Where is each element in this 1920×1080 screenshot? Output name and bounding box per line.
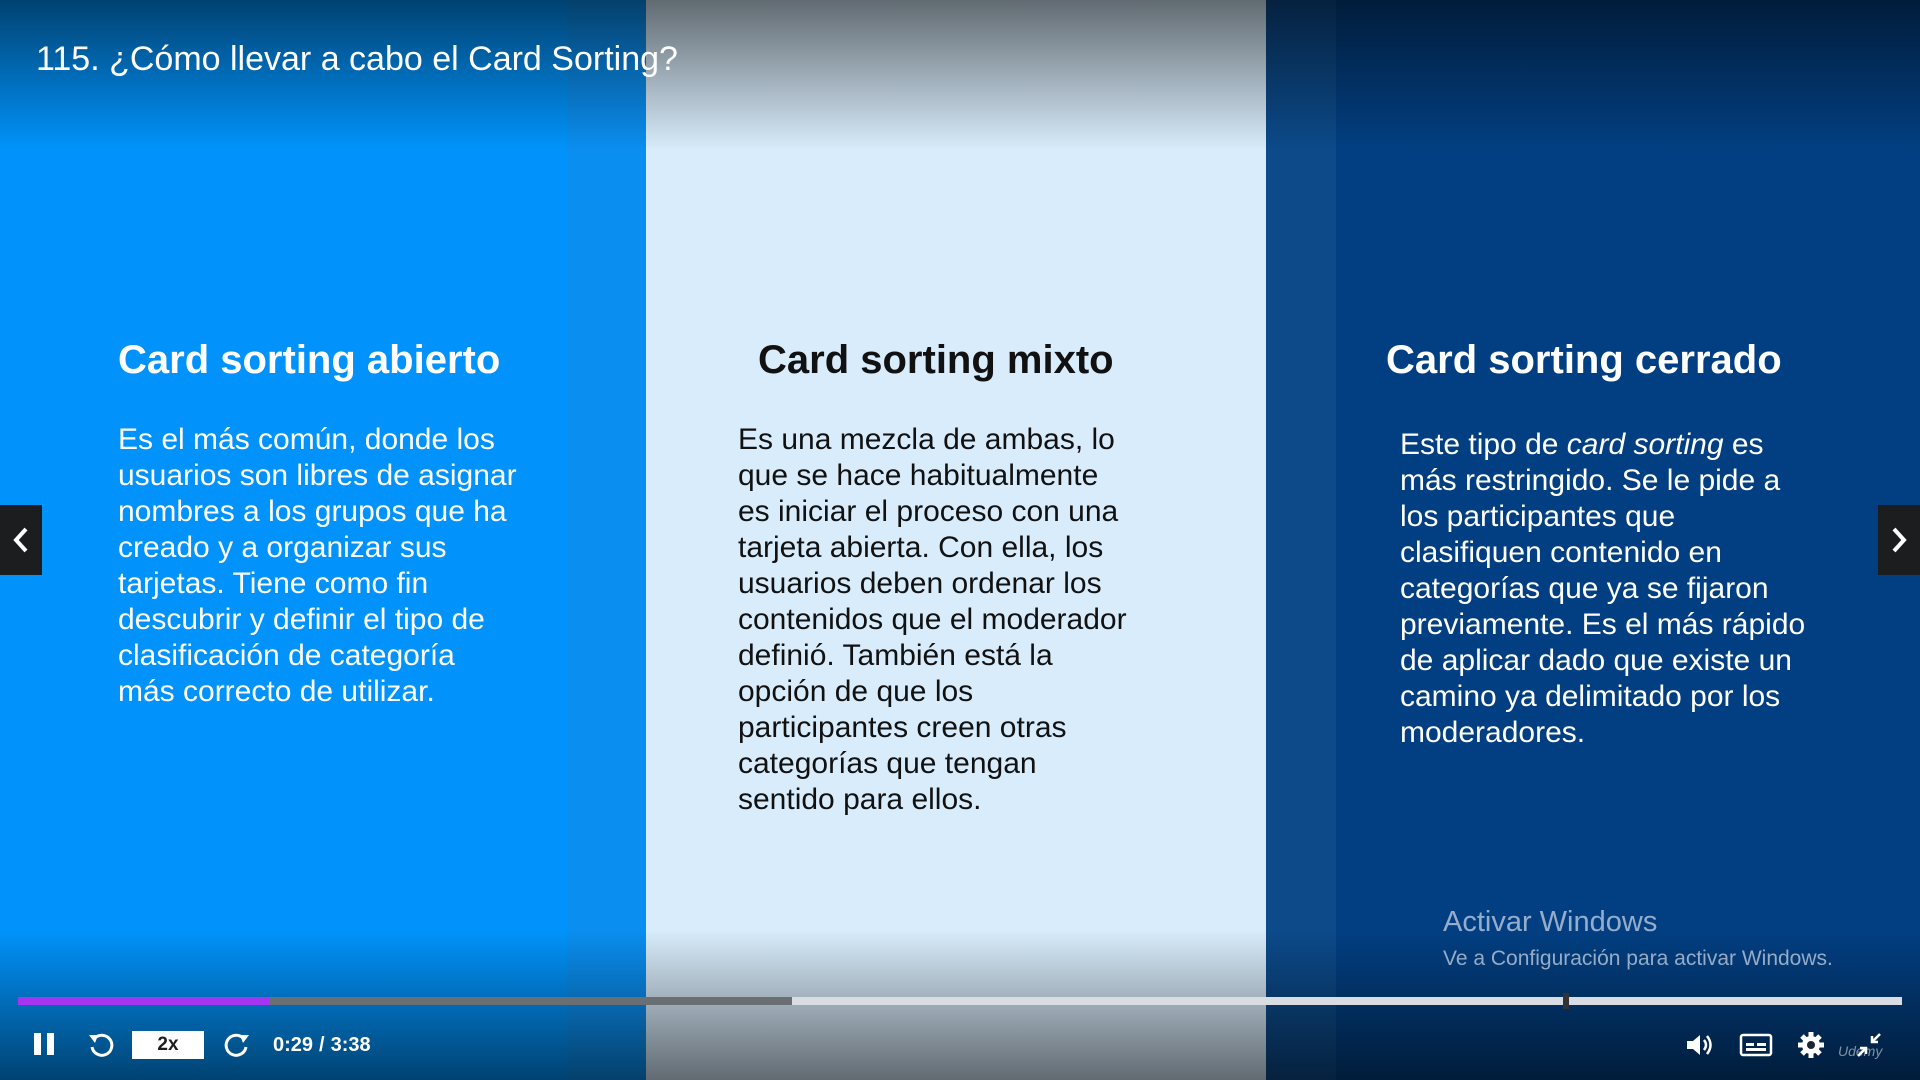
closed-text-emphasis: card sorting — [1566, 428, 1724, 461]
playback-speed-button[interactable]: 2x — [132, 1031, 204, 1059]
player-controls: 2x 0:29/3:38 — [0, 1020, 1920, 1070]
rewind-icon — [89, 1033, 114, 1057]
forward-button[interactable] — [220, 1028, 254, 1062]
duration: 3:38 — [330, 1034, 371, 1056]
watermark-title: Activar Windows — [1443, 906, 1658, 938]
rewind-button[interactable] — [84, 1028, 118, 1062]
mixed-card-sorting-title: Card sorting mixto — [758, 338, 1114, 382]
progress-bar[interactable] — [18, 993, 1902, 1009]
time-separator: / — [319, 1034, 325, 1056]
volume-icon — [1687, 1035, 1712, 1055]
captions-button[interactable] — [1734, 1028, 1778, 1062]
udemy-logo: Udemy — [1838, 1043, 1883, 1059]
chevron-right-icon — [1892, 527, 1907, 553]
pause-icon-bar — [47, 1033, 54, 1055]
watermark-subtitle: Ve a Configuración para activar Windows. — [1443, 947, 1833, 970]
volume-button[interactable] — [1680, 1028, 1720, 1062]
video-stage[interactable]: Card sorting abierto Es el más común, do… — [0, 0, 1920, 1080]
previous-lecture-button[interactable] — [0, 505, 42, 575]
mixed-card-sorting-text: Es una mezcla de ambas, lo que se hace h… — [738, 423, 1127, 816]
next-lecture-button[interactable] — [1878, 505, 1920, 575]
open-card-sorting-text: Es el más común, donde los usuarios son … — [118, 423, 517, 708]
chevron-left-icon — [13, 527, 28, 553]
gear-icon — [1798, 1032, 1824, 1058]
progress-marker[interactable] — [1562, 993, 1569, 1009]
closed-card-sorting-title: Card sorting cerrado — [1386, 338, 1782, 382]
windows-activation-watermark: Activar Windows Ve a Configuración para … — [1443, 906, 1833, 971]
open-card-sorting-title: Card sorting abierto — [118, 338, 501, 382]
slide-stripe-closed — [1266, 0, 1336, 1080]
pause-button[interactable] — [30, 1028, 58, 1060]
captions-icon — [1739, 1033, 1773, 1057]
closed-card-sorting-text: Este tipo de card sorting es más restrin… — [1400, 427, 1810, 751]
current-time: 0:29 — [273, 1034, 314, 1056]
slide-stripe-open — [567, 0, 646, 1080]
lecture-title: 115. ¿Cómo llevar a cabo el Card Sorting… — [36, 40, 678, 78]
progress-played — [18, 997, 271, 1005]
closed-text-suffix: es más restringido. Se le pide a los par… — [1400, 428, 1806, 749]
closed-text-prefix: Este tipo de — [1400, 428, 1567, 461]
settings-button[interactable] — [1792, 1028, 1830, 1062]
time-display: 0:29/3:38 — [273, 1034, 371, 1057]
forward-icon — [224, 1033, 249, 1057]
pause-icon — [34, 1033, 41, 1055]
